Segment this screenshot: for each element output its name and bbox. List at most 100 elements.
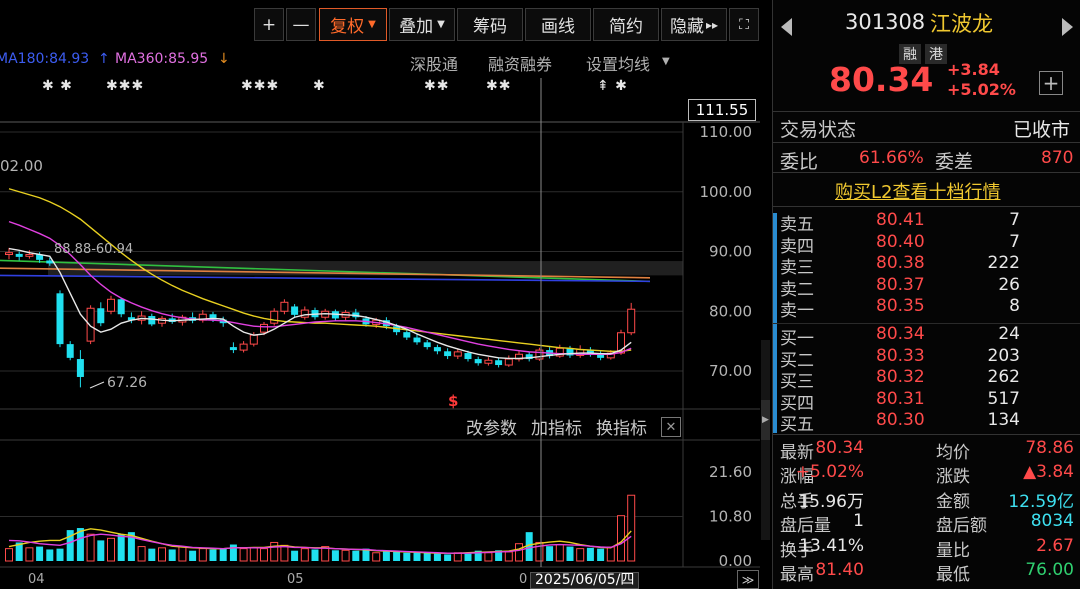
- stat-label: 涨跌: [936, 467, 970, 488]
- next-stock-icon[interactable]: [1062, 18, 1073, 36]
- trade-status-value: 已收市: [1013, 119, 1071, 141]
- bids-level-price[interactable]: 80.34: [876, 324, 925, 344]
- stat-value: 15.96万: [798, 491, 864, 512]
- candle-body: [484, 359, 493, 364]
- divider: [773, 172, 1080, 173]
- candle-body: [504, 358, 513, 366]
- weicha-label: 委差: [935, 151, 974, 173]
- volume-bar: [249, 547, 258, 562]
- candle-body: [464, 353, 472, 360]
- edit-params-button[interactable]: 改参数: [466, 414, 517, 439]
- trade-status-label: 交易状态: [780, 119, 857, 141]
- low-annotation: 67.26: [107, 375, 147, 391]
- stat-label: 盘后额: [936, 516, 987, 537]
- chart-svg: 110.00 100.00 90.00 80.00 70.00 21.60 10.80 0.0…: [0, 78, 760, 570]
- cursor-date-label: 2025/06/05/四: [530, 572, 640, 589]
- asks-level-price[interactable]: 80.38: [876, 253, 925, 273]
- volume-bar: [229, 544, 237, 561]
- volume-bar: [555, 544, 564, 562]
- price-axis-label: 80.00: [709, 302, 752, 320]
- add-indicator-button[interactable]: 加指标: [531, 414, 582, 439]
- bids-level-price[interactable]: 80.31: [876, 389, 925, 409]
- stat-value: 2.67: [1036, 535, 1074, 556]
- prev-stock-icon[interactable]: [781, 18, 792, 36]
- high-annotation: 02.00: [0, 157, 43, 175]
- candle-body: [423, 342, 431, 348]
- vertical-scrollbar[interactable]: [761, 340, 770, 540]
- divider: [773, 434, 1080, 435]
- volume-bar: [198, 548, 207, 562]
- volume-bar: [423, 552, 431, 561]
- volume-bar: [148, 548, 156, 561]
- bids-level-volume: 24: [998, 324, 1020, 344]
- volume-bar: [270, 541, 279, 562]
- volume-bar: [352, 550, 360, 561]
- asks-level-price[interactable]: 80.40: [876, 232, 925, 252]
- volume-bar: [117, 534, 125, 561]
- asks-level-price[interactable]: 80.37: [876, 275, 925, 295]
- add-watchlist-button[interactable]: +: [1039, 71, 1063, 95]
- divider: [773, 142, 1080, 143]
- volume-bar: [444, 554, 452, 561]
- switch-indicator-button[interactable]: 换指标: [596, 414, 647, 439]
- kline-chart-area[interactable]: + — 复权 ▼ 叠加 ▼ 筹码 画线 简约 隐藏 ▸▸ ⛶ MA180:84.93 …: [0, 0, 770, 589]
- bids-level-volume: 203: [987, 345, 1020, 366]
- volume-bar: [515, 543, 523, 562]
- volume-bar: [393, 551, 401, 561]
- stat-value: +5.02%: [795, 462, 864, 483]
- candle-body: [229, 347, 237, 351]
- volume-bar: [464, 553, 472, 561]
- candle-body: [239, 343, 248, 351]
- volume-bar: [331, 550, 339, 561]
- volume-bar: [189, 550, 197, 561]
- volume-bar: [158, 547, 166, 562]
- low-pointer: [89, 381, 105, 389]
- volume-bar: [586, 547, 594, 561]
- stat-value: 13.41%: [799, 535, 864, 556]
- asks-level-price[interactable]: 80.35: [876, 296, 925, 316]
- volume-bar: [239, 548, 248, 562]
- candle-body: [25, 253, 34, 257]
- divider: [773, 111, 1080, 112]
- candle-body: [56, 293, 64, 345]
- volume-bar: [137, 546, 146, 562]
- volume-bar: [597, 548, 605, 561]
- stat-label: 金额: [936, 491, 970, 512]
- asks-level-volume: 222: [987, 253, 1020, 273]
- volume-bar: [300, 548, 309, 562]
- volume-bar: [433, 553, 441, 561]
- divider: [773, 206, 1080, 207]
- bids-level-volume: 262: [987, 367, 1020, 387]
- stock-header: 301308 江波龙: [773, 0, 1080, 40]
- volume-bar: [606, 546, 615, 562]
- volume-bar: [46, 549, 54, 561]
- candle-body: [270, 310, 279, 324]
- volume-bar: [107, 537, 115, 562]
- volume-bar: [627, 494, 636, 562]
- volume-bar: [403, 552, 411, 561]
- price-axis-label: 100.00: [700, 183, 753, 201]
- asks-level-price[interactable]: 80.41: [876, 210, 925, 230]
- stat-value: 1: [853, 511, 864, 532]
- collapse-panel-handle[interactable]: ▶: [761, 400, 770, 440]
- candle-body: [5, 252, 13, 255]
- price-axis-label: 90.00: [709, 243, 752, 261]
- candle-body: [495, 360, 503, 366]
- expand-right-icon[interactable]: ≫: [737, 570, 759, 589]
- close-icon[interactable]: ✕: [661, 417, 681, 437]
- buy-l2-link[interactable]: 购买L2查看十档行情: [835, 178, 1000, 204]
- stat-value: 78.86: [1025, 438, 1074, 458]
- candle-body: [86, 307, 95, 342]
- candle-body: [300, 309, 309, 318]
- candle-body: [413, 337, 421, 343]
- bids-level-price[interactable]: 80.33: [876, 346, 925, 366]
- volume-bar: [372, 552, 381, 562]
- bids-level-price[interactable]: 80.30: [876, 410, 925, 430]
- bids-level-price[interactable]: 80.32: [876, 367, 925, 387]
- stock-code: 301308: [845, 10, 926, 34]
- candle-body: [403, 332, 411, 338]
- volume-bar: [576, 548, 585, 562]
- candle-body: [627, 308, 636, 334]
- candle-body: [433, 347, 441, 352]
- x-axis-month: 0: [519, 572, 528, 587]
